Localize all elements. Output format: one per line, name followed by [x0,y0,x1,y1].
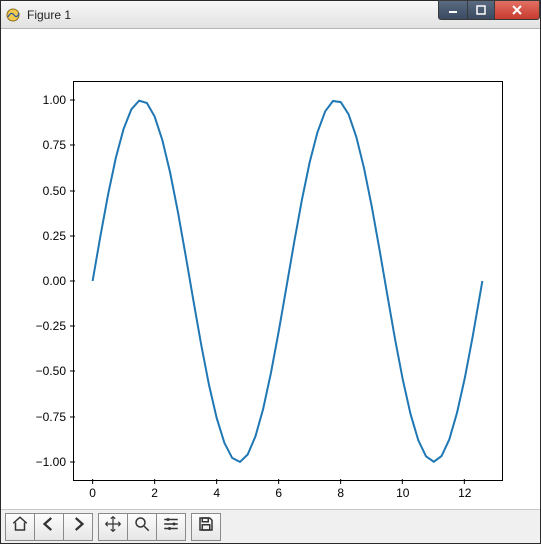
app-icon [5,7,21,23]
x-tick-label: 0 [89,480,96,500]
home-button[interactable] [5,513,35,541]
save-button[interactable] [191,513,221,541]
y-tick-label: −0.50 [36,364,74,378]
zoom-button[interactable] [127,513,157,541]
move-icon [104,515,122,538]
window-title: Figure 1 [27,8,71,22]
x-tick-label: 10 [396,480,409,500]
y-tick-label: −1.00 [36,455,74,469]
minimize-button[interactable] [438,0,468,20]
sliders-icon [162,515,180,538]
y-tick-label: 0.50 [43,184,74,198]
save-icon [197,515,215,538]
back-button[interactable] [34,513,64,541]
home-icon [11,515,29,538]
y-tick-label: −0.75 [36,410,74,424]
line-series [74,82,502,480]
close-button[interactable] [494,0,540,20]
y-tick-label: 0.25 [43,229,74,243]
axes: −1.00−0.75−0.50−0.250.000.250.500.751.00… [73,81,503,481]
titlebar[interactable]: Figure 1 [1,1,540,29]
maximize-button[interactable] [467,0,495,20]
configure-button[interactable] [156,513,186,541]
y-tick-label: 1.00 [43,93,74,107]
x-tick-label: 4 [213,480,220,500]
y-tick-label: 0.00 [43,274,74,288]
x-tick-label: 2 [151,480,158,500]
pan-button[interactable] [98,513,128,541]
x-tick-label: 8 [337,480,344,500]
zoom-icon [133,515,151,538]
y-tick-label: −0.25 [36,319,74,333]
navigation-toolbar [1,509,540,543]
x-tick-label: 12 [458,480,471,500]
x-tick-label: 6 [275,480,282,500]
window-buttons [439,0,540,20]
arrow-right-icon [69,515,87,538]
figure-window: Figure 1 −1.00 −0.75 −0.50 −0.25 0.00 0.25 0.5… [0,0,541,544]
plot-canvas: −1.00 −0.75 −0.50 −0.25 0.00 0.25 0.50 0.75 1.00… [1,29,540,509]
forward-button[interactable] [63,513,93,541]
y-tick-label: 0.75 [43,138,74,152]
arrow-left-icon [40,515,58,538]
